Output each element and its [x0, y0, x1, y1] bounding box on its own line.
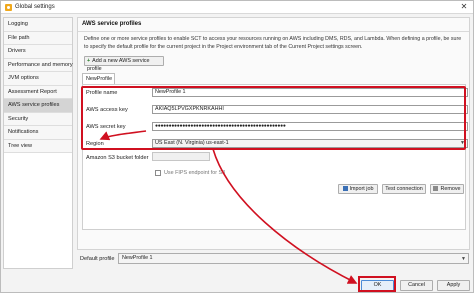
import-job-button[interactable]: Import job [338, 184, 378, 194]
apply-button[interactable]: Apply [437, 280, 470, 291]
sidebar-item-jvm-options[interactable]: JVM options [4, 72, 72, 86]
remove-icon [433, 186, 439, 191]
sidebar-item-drivers[interactable]: Drivers [4, 45, 72, 59]
test-connection-button[interactable]: Test connection [382, 184, 426, 194]
sidebar-item-assessment-report[interactable]: Assessment Report [4, 85, 72, 99]
panel-description: Define one or more service profiles to e… [84, 36, 462, 50]
chevron-down-icon: ▼ [461, 256, 466, 262]
form-highlight [81, 86, 466, 150]
sidebar-item-file-path[interactable]: File path [4, 31, 72, 45]
cancel-button[interactable]: Cancel [400, 280, 433, 291]
fips-checkbox[interactable] [155, 170, 161, 176]
plus-icon: + [87, 58, 91, 64]
import-icon [342, 186, 348, 191]
default-profile-select[interactable]: NewProfile 1 ▼ [118, 253, 469, 264]
default-profile-label: Default profile [80, 256, 115, 262]
close-icon[interactable]: ✕ [459, 2, 469, 12]
default-profile-value: NewProfile 1 [122, 255, 153, 261]
settings-app-icon [5, 4, 12, 11]
sidebar-item-tree-view[interactable]: Tree view [4, 139, 72, 153]
sidebar-item-performance-memory[interactable]: Performance and memory [4, 58, 73, 72]
window-title: Global settings [15, 4, 55, 10]
remove-button[interactable]: Remove [430, 184, 464, 194]
sidebar-item-notifications[interactable]: Notifications [4, 126, 72, 140]
sidebar-item-logging[interactable]: Logging [4, 18, 72, 32]
remove-label: Remove [440, 186, 461, 192]
sidebar-item-security[interactable]: Security [4, 112, 72, 126]
s3-folder-input[interactable] [152, 152, 210, 161]
settings-sidebar: Logging File path Drivers Performance an… [3, 17, 73, 269]
panel-title: AWS service profiles [82, 21, 142, 27]
title-bar: Global settings ✕ [1, 1, 473, 14]
test-connection-label: Test connection [385, 186, 423, 192]
s3-folder-label: Amazon S3 bucket folder [86, 155, 149, 161]
add-profile-label: Add a new AWS service profile [87, 58, 150, 72]
sidebar-item-aws-service-profiles[interactable]: AWS service profiles [4, 99, 72, 113]
divider [78, 31, 469, 32]
tab-newprofile-1[interactable]: NewProfile 1 [82, 73, 115, 92]
fips-label: Use FIPS endpoint for S3 [164, 170, 226, 176]
ok-highlight [358, 276, 396, 292]
add-profile-button[interactable]: + Add a new AWS service profile [84, 56, 164, 72]
import-job-label: Import job [349, 186, 374, 192]
